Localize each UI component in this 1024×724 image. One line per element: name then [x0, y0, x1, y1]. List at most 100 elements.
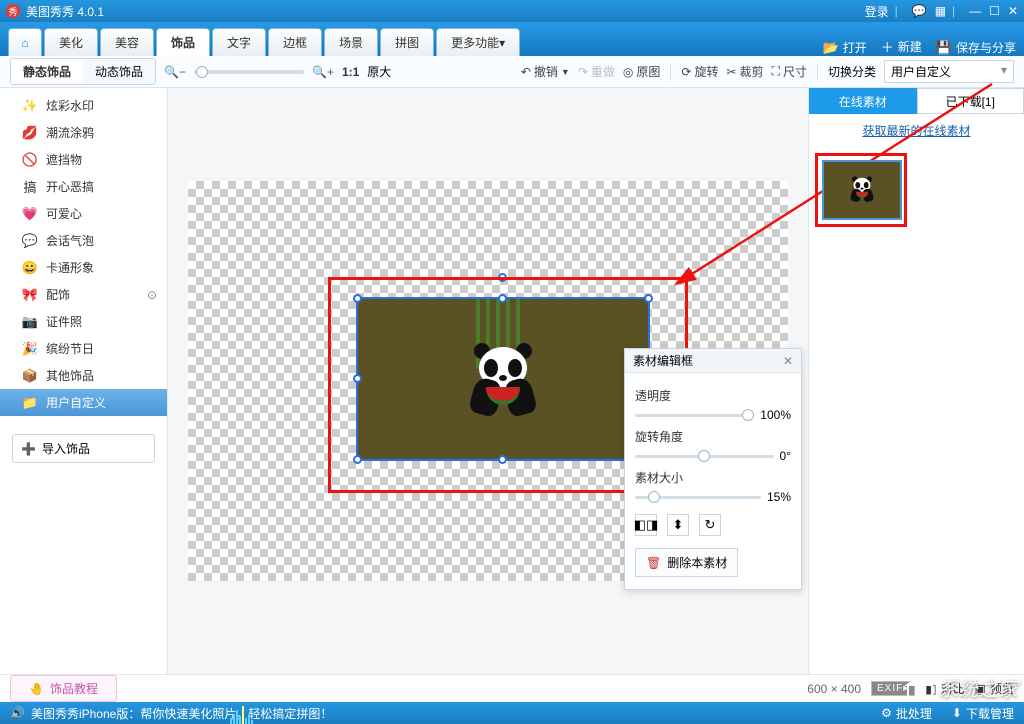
sidebar-item-2[interactable]: 🚫遮挡物: [0, 146, 167, 173]
sidebar-item-11[interactable]: 📁用户自定义: [0, 389, 167, 416]
canvas-dimensions: 600 × 400: [807, 682, 861, 696]
flip-horizontal-icon[interactable]: ◧◨: [635, 514, 657, 536]
chevron-icon: ⊙: [147, 288, 157, 302]
delete-material-button[interactable]: 🗑 删除本素材: [635, 548, 738, 577]
selection-box[interactable]: [356, 297, 650, 461]
feedback-icon[interactable]: 💬: [912, 4, 927, 18]
tab-cosmetic[interactable]: 美容: [100, 28, 154, 56]
opacity-slider[interactable]: [635, 414, 754, 417]
undo-icon: ↶: [521, 65, 531, 79]
status-tip: 美图秀秀iPhone版：帮你快速美化照片，轻松搞定拼图！: [31, 705, 332, 722]
online-materials-tab[interactable]: 在线素材: [809, 88, 917, 114]
sidebar-item-6[interactable]: 😀卡通形象: [0, 254, 167, 281]
get-latest-link[interactable]: 获取最新的在线素材: [862, 124, 970, 138]
app-title: 美图秀秀 4.0.1: [26, 3, 104, 20]
sidebar-item-label: 炫彩水印: [46, 97, 94, 114]
sidebar-item-3[interactable]: 搞开心恶搞: [0, 173, 167, 200]
sidebar-item-label: 卡通形象: [46, 259, 94, 276]
sidebar-item-8[interactable]: 📷 证件照: [0, 308, 167, 335]
crop-button[interactable]: ✂裁剪: [726, 63, 763, 80]
zoom-slider[interactable]: [194, 70, 304, 74]
home-tab[interactable]: ⌂: [8, 28, 42, 56]
category-select[interactable]: 用户自定义: [884, 60, 1014, 83]
zoom-original[interactable]: 原大: [367, 63, 391, 80]
save-share-button[interactable]: 💾保存与分享: [936, 39, 1016, 56]
reset-icon[interactable]: ↻: [699, 514, 721, 536]
tab-ornament[interactable]: 饰品: [156, 28, 210, 56]
size-label: 素材大小: [635, 469, 791, 486]
dynamic-ornament-tab[interactable]: 动态饰品: [83, 59, 155, 84]
status-bar: 🔊 美图秀秀iPhone版：帮你快速美化照片，轻松搞定拼图！ ⚙批处理 ⬇下载管…: [0, 702, 1024, 724]
sidebar-item-label: 其他饰品: [46, 367, 94, 384]
sidebar-item-7[interactable]: 🎀配饰⊙: [0, 281, 167, 308]
downloaded-tab[interactable]: 已下载[1]: [917, 88, 1024, 114]
workspace: ✨炫彩水印💋潮流涂鸦🚫遮挡物搞开心恶搞💗可爱心💬会话气泡😀卡通形象🎀配饰⊙📷证件…: [0, 88, 1024, 674]
zoom-ratio: 1:1: [342, 65, 359, 79]
maximize-icon[interactable]: ☐: [989, 4, 1000, 18]
import-label: 导入饰品: [42, 440, 90, 457]
options-icon[interactable]: ▦: [935, 4, 946, 18]
sidebar-item-1[interactable]: 💋潮流涂鸦: [0, 119, 167, 146]
rotate-button[interactable]: ⟳旋转: [681, 63, 718, 80]
sidebar-item-9[interactable]: 🎉缤纷节日: [0, 335, 167, 362]
crop-icon: ✂: [726, 65, 736, 79]
reviews-sparkline: [230, 702, 253, 724]
tab-collage[interactable]: 拼图: [380, 28, 434, 56]
compare-button[interactable]: ◧对比: [925, 680, 964, 697]
panel-close-icon[interactable]: ✕: [783, 354, 793, 368]
zoom-in-icon[interactable]: 🔍+: [312, 65, 334, 79]
size-value: 15%: [767, 490, 791, 504]
import-ornament-button[interactable]: ➕ 导入饰品: [12, 434, 155, 463]
static-ornament-tab[interactable]: 静态饰品: [11, 59, 83, 84]
batch-button[interactable]: ⚙批处理: [881, 705, 932, 722]
opacity-label: 透明度: [635, 387, 791, 404]
compare-icon: ◧: [925, 682, 936, 696]
sidebar-item-icon: 📷: [22, 314, 38, 330]
size-slider[interactable]: [635, 496, 761, 499]
login-link[interactable]: 登录: [865, 3, 889, 20]
ornament-type-segment: 静态饰品 动态饰品: [10, 58, 156, 85]
sidebar-item-4[interactable]: 💗可爱心: [0, 200, 167, 227]
sidebar-item-0[interactable]: ✨炫彩水印: [0, 92, 167, 119]
menu-bar: ⌂ 美化 美容 饰品 文字 边框 场景 拼图 更多功能 ▾ 📂打开 ＋新建 💾保…: [0, 22, 1024, 56]
exif-badge[interactable]: EXIF▸: [871, 681, 915, 696]
new-button[interactable]: ＋新建: [881, 37, 922, 56]
tab-scene[interactable]: 场景: [324, 28, 378, 56]
save-icon: 💾: [936, 40, 952, 56]
rotate-handle[interactable]: [498, 273, 507, 282]
rotate-value: 0°: [780, 449, 791, 463]
close-icon[interactable]: ✕: [1008, 4, 1018, 18]
rotate-label: 旋转角度: [635, 428, 791, 445]
size-button[interactable]: ⛶尺寸: [772, 63, 807, 80]
sidebar-item-10[interactable]: 📦其他饰品: [0, 362, 167, 389]
download-manager-button[interactable]: ⬇下载管理: [952, 705, 1014, 722]
tab-text[interactable]: 文字: [212, 28, 266, 56]
open-button[interactable]: 📂打开: [823, 39, 867, 56]
tab-more[interactable]: 更多功能 ▾: [436, 28, 520, 56]
tab-frame[interactable]: 边框: [268, 28, 322, 56]
undo-button[interactable]: ↶撤销▼: [521, 63, 570, 80]
minimize-icon[interactable]: —: [969, 4, 981, 18]
original-button[interactable]: ◎原图: [623, 63, 661, 80]
sidebar-item-icon: 🎉: [22, 341, 38, 357]
download-icon: ⬇: [952, 706, 962, 720]
bottom-bar: 🤚 饰品教程 600 × 400 EXIF▸ ◧对比 ▣预览: [0, 674, 1024, 702]
tab-beautify[interactable]: 美化: [44, 28, 98, 56]
tutorial-button[interactable]: 🤚 饰品教程: [10, 675, 117, 702]
canvas-area[interactable]: 素材编辑框 ✕ 透明度 100% 旋转角度 0° 素材大小 15%: [168, 88, 808, 674]
sidebar-item-label: 开心恶搞: [46, 178, 94, 195]
material-edit-panel: 素材编辑框 ✕ 透明度 100% 旋转角度 0° 素材大小 15%: [624, 348, 802, 590]
rotate-slider[interactable]: [635, 455, 774, 458]
sidebar-item-label: 配饰: [46, 286, 70, 303]
sidebar-item-label: 证件照: [46, 313, 82, 330]
flip-vertical-icon[interactable]: ⬍: [667, 514, 689, 536]
preview-button[interactable]: ▣预览: [975, 680, 1014, 697]
right-panel: 在线素材 已下载[1] 获取最新的在线素材: [808, 88, 1024, 674]
material-thumbnail[interactable]: [822, 160, 902, 220]
sidebar-item-5[interactable]: 💬会话气泡: [0, 227, 167, 254]
size-icon: ⛶: [772, 64, 780, 79]
sidebar-item-label: 用户自定义: [46, 394, 106, 411]
redo-button: ↷重做: [578, 63, 615, 80]
zoom-out-icon[interactable]: 🔍−: [164, 65, 186, 79]
annotation-box-thumb: [815, 153, 907, 227]
